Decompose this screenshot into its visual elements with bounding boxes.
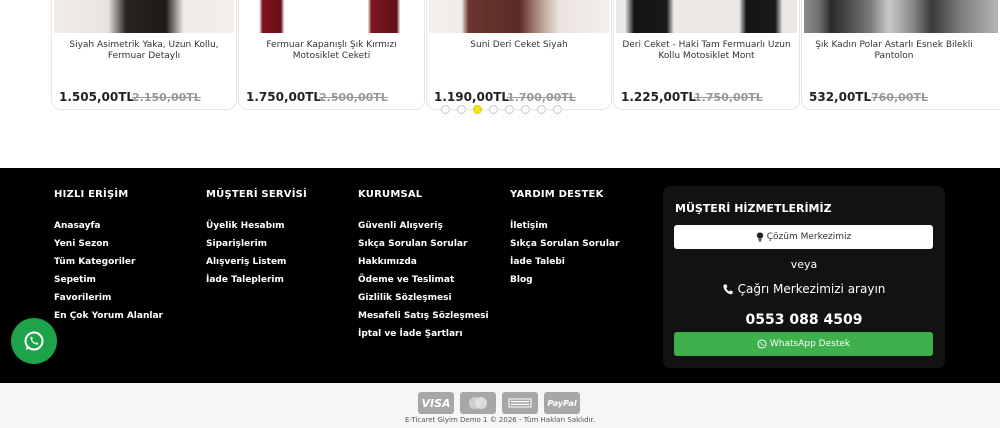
product-image[interactable]: [54, 0, 234, 33]
lightbulb-icon: [756, 232, 763, 242]
footer-link[interactable]: Anasayfa: [54, 217, 163, 235]
carousel-pagination: [441, 105, 562, 114]
footer-link[interactable]: Sepetim: [54, 271, 163, 289]
amex-icon: [502, 392, 538, 414]
carousel-dot[interactable]: [457, 105, 466, 114]
product-price: 1.505,00TL: [59, 90, 135, 104]
footer-link[interactable]: Tüm Kategoriler: [54, 253, 163, 271]
copyright-text: E-Ticaret Giyim Demo 1 © 2026 - Tüm Hakl…: [405, 416, 595, 424]
whatsapp-icon: [24, 331, 44, 351]
whatsapp-icon: [757, 339, 767, 349]
solution-center-button[interactable]: Çözüm Merkezimiz: [674, 225, 933, 249]
footer-help: YARDIM DESTEK İletişim Sıkça Sorulan Sor…: [510, 189, 619, 289]
payment-methods: VISA PayPal: [418, 392, 580, 414]
carousel-dot[interactable]: [489, 105, 498, 114]
footer-link[interactable]: Alışveriş Listem: [206, 253, 307, 271]
product-price: 1.190,00TL: [434, 90, 510, 104]
footer-column-title: HIZLI ERİŞİM: [54, 189, 129, 200]
site-footer: HIZLI ERİŞİM Anasayfa Yeni Sezon Tüm Kat…: [0, 168, 1000, 383]
footer-corporate: KURUMSAL Güvenli Alışveriş Sıkça Sorulan…: [358, 189, 489, 343]
carousel-dot[interactable]: [553, 105, 562, 114]
footer-link[interactable]: Gizlilik Sözleşmesi: [358, 289, 489, 307]
product-image[interactable]: [429, 0, 609, 33]
product-carousel: Siyah Asimetrik Yaka, Uzun Kollu, Fermua…: [0, 0, 1000, 168]
product-title[interactable]: Siyah Asimetrik Yaka, Uzun Kollu, Fermua…: [58, 40, 230, 62]
footer-link[interactable]: En Çok Yorum Alanlar: [54, 307, 163, 325]
product-title[interactable]: Suni Deri Ceket Siyah: [433, 40, 605, 51]
footer-link[interactable]: Sıkça Sorulan Sorular: [358, 235, 489, 253]
product-old-price: 2.150,00TL: [132, 91, 201, 104]
solution-center-label: Çözüm Merkezimiz: [766, 232, 852, 242]
footer-link[interactable]: İptal ve İade Şartları: [358, 325, 489, 343]
footer-link[interactable]: İade Taleplerim: [206, 271, 307, 289]
product-old-price: 1.700,00TL: [507, 91, 576, 104]
carousel-dot[interactable]: [505, 105, 514, 114]
footer-link[interactable]: Blog: [510, 271, 619, 289]
phone-icon: [722, 284, 733, 294]
product-price: 1.225,00TL: [621, 90, 697, 104]
product-card[interactable]: Fermuar Kapanışlı Şık Kırmızı Motosiklet…: [238, 0, 425, 110]
product-title[interactable]: Şık Kadın Polar Astarlı Esnek Bilekli Pa…: [808, 40, 980, 62]
product-image[interactable]: [241, 0, 422, 33]
product-old-price: 1.750,00TL: [694, 91, 763, 104]
carousel-dot-active[interactable]: [473, 105, 482, 114]
footer-quick-access: HIZLI ERİŞİM Anasayfa Yeni Sezon Tüm Kat…: [54, 189, 163, 325]
footer-link[interactable]: İletişim: [510, 217, 619, 235]
mastercard-icon: [460, 392, 496, 414]
product-image[interactable]: [616, 0, 797, 33]
call-center-text: Çağrı Merkezimizi arayın: [737, 282, 886, 296]
product-title[interactable]: Deri Ceket - Haki Tam Fermuarlı Uzun Kol…: [620, 40, 793, 62]
footer-column-title: KURUMSAL: [358, 189, 423, 200]
call-center-line: Çağrı Merkezimizi arayın: [663, 282, 945, 296]
whatsapp-float-button[interactable]: [11, 318, 57, 364]
bottom-bar: VISA PayPal E-Ticaret Giyim Demo 1 © 202…: [0, 383, 1000, 428]
product-price: 532,00TL: [809, 90, 872, 104]
footer-link[interactable]: Siparişlerim: [206, 235, 307, 253]
product-price: 1.750,00TL: [246, 90, 322, 104]
or-text: veya: [790, 258, 818, 271]
footer-column-title: YARDIM DESTEK: [510, 189, 604, 200]
footer-column-title: MÜŞTERİ SERVİSİ: [206, 189, 307, 200]
product-card[interactable]: Siyah Asimetrik Yaka, Uzun Kollu, Fermua…: [51, 0, 237, 110]
footer-link[interactable]: İade Talebi: [510, 253, 619, 271]
product-card[interactable]: Suni Deri Ceket Siyah 1.190,00TL 1.700,0…: [426, 0, 612, 110]
visa-icon: VISA: [418, 392, 454, 414]
footer-link[interactable]: Üyelik Hesabım: [206, 217, 307, 235]
footer-link[interactable]: Güvenli Alışveriş: [358, 217, 489, 235]
footer-link[interactable]: Hakkımızda: [358, 253, 489, 271]
paypal-icon: PayPal: [544, 392, 580, 414]
product-card[interactable]: Deri Ceket - Haki Tam Fermuarlı Uzun Kol…: [613, 0, 800, 110]
carousel-dot[interactable]: [537, 105, 546, 114]
product-title[interactable]: Fermuar Kapanışlı Şık Kırmızı Motosiklet…: [245, 40, 418, 62]
footer-link[interactable]: Ödeme ve Teslimat: [358, 271, 489, 289]
support-title: MÜŞTERİ HİZMETLERİMİZ: [675, 202, 832, 215]
customer-support-box: MÜŞTERİ HİZMETLERİMİZ Çözüm Merkezimiz v…: [663, 186, 945, 368]
whatsapp-support-label: WhatsApp Destek: [769, 339, 851, 349]
product-old-price: 2.500,00TL: [319, 91, 388, 104]
carousel-dot[interactable]: [521, 105, 530, 114]
product-old-price: 760,00TL: [871, 91, 928, 104]
product-image[interactable]: [804, 0, 998, 33]
footer-link[interactable]: Sıkça Sorulan Sorular: [510, 235, 619, 253]
phone-number[interactable]: 0553 088 4509: [663, 312, 945, 328]
footer-link[interactable]: Favorilerim: [54, 289, 163, 307]
whatsapp-support-button[interactable]: WhatsApp Destek: [674, 332, 933, 356]
footer-link[interactable]: Mesafeli Satış Sözleşmesi: [358, 307, 489, 325]
footer-customer-service: MÜŞTERİ SERVİSİ Üyelik Hesabım Siparişle…: [206, 189, 307, 289]
carousel-dot[interactable]: [441, 105, 450, 114]
footer-link[interactable]: Yeni Sezon: [54, 235, 163, 253]
product-card[interactable]: Şık Kadın Polar Astarlı Esnek Bilekli Pa…: [801, 0, 1000, 110]
